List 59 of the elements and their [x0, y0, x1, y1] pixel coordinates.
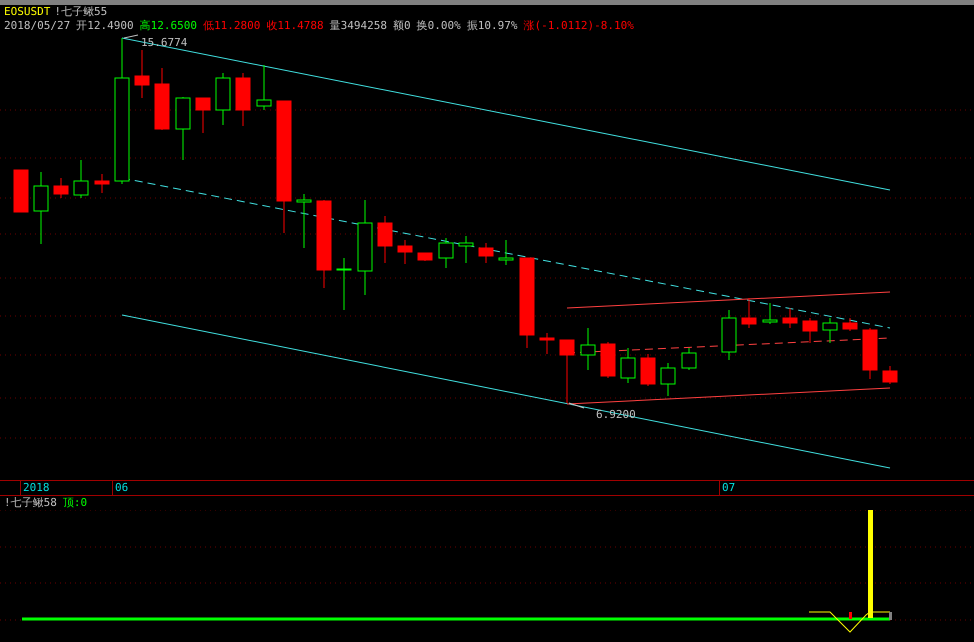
candlestick — [94, 174, 110, 194]
candlestick — [438, 238, 454, 268]
candlestick — [418, 252, 432, 262]
high-price-label: 15.6774 — [141, 36, 188, 49]
indicator-label: !七子鳅58 — [4, 496, 57, 510]
candlestick — [580, 328, 596, 370]
quote-value: 收11.4788 — [266, 19, 324, 33]
candlestick — [782, 308, 798, 328]
candlestick — [842, 318, 858, 332]
candlestick — [762, 302, 778, 324]
quote-value: 低11.2800 — [202, 19, 260, 33]
candlestick — [560, 340, 574, 404]
quote-value: 换0.00% — [416, 19, 461, 33]
quote-value: 量3494258 — [330, 19, 388, 33]
candlestick — [378, 216, 392, 264]
candlestick — [498, 240, 514, 266]
candlestick — [660, 362, 676, 396]
symbol-label: EOSUSDT — [4, 5, 50, 19]
candlestick — [54, 178, 68, 198]
candlestick — [458, 236, 474, 264]
date-label: 2018/05/27 — [4, 19, 70, 33]
candlestick — [862, 328, 878, 380]
candlestick — [640, 354, 656, 386]
candlestick — [14, 170, 28, 212]
signal-bar — [889, 612, 892, 620]
candlestick — [236, 72, 250, 126]
quote-value: 开12.4900 — [76, 19, 134, 33]
quote-value: 涨(-1.0112)-8.10% — [524, 19, 634, 33]
candlestick — [336, 258, 352, 310]
quote-value: 额0 — [393, 19, 411, 33]
axis-label: 06 — [112, 481, 128, 495]
candlestick — [398, 240, 412, 264]
axis-label: 2018 — [20, 481, 50, 495]
candlestick — [296, 194, 312, 248]
axis-label: 07 — [719, 481, 736, 495]
candlestick — [882, 366, 898, 384]
leader-line — [124, 34, 138, 38]
candlestick — [154, 68, 170, 130]
quote-value: 高12.6500 — [140, 19, 197, 33]
candlestick — [682, 348, 696, 370]
indicator-label: !七子鳅55 — [54, 5, 108, 19]
candlestick — [722, 310, 736, 360]
candlestick — [802, 318, 818, 344]
indicator-reading: 顶:0 — [62, 496, 88, 510]
candlestick — [742, 298, 756, 328]
candlestick — [256, 64, 272, 110]
signal-bar — [849, 612, 852, 619]
candlestick — [216, 72, 230, 126]
candlestick — [196, 98, 210, 134]
candlestick — [620, 348, 636, 384]
candlestick — [134, 50, 150, 98]
candlestick — [176, 96, 190, 160]
candlestick — [822, 318, 838, 344]
candlestick — [478, 242, 494, 264]
candlestick — [600, 342, 616, 378]
quote-value: 振10.97% — [466, 19, 518, 33]
candlestick — [540, 332, 554, 354]
candlestick — [74, 160, 88, 198]
leader-line — [568, 402, 584, 408]
